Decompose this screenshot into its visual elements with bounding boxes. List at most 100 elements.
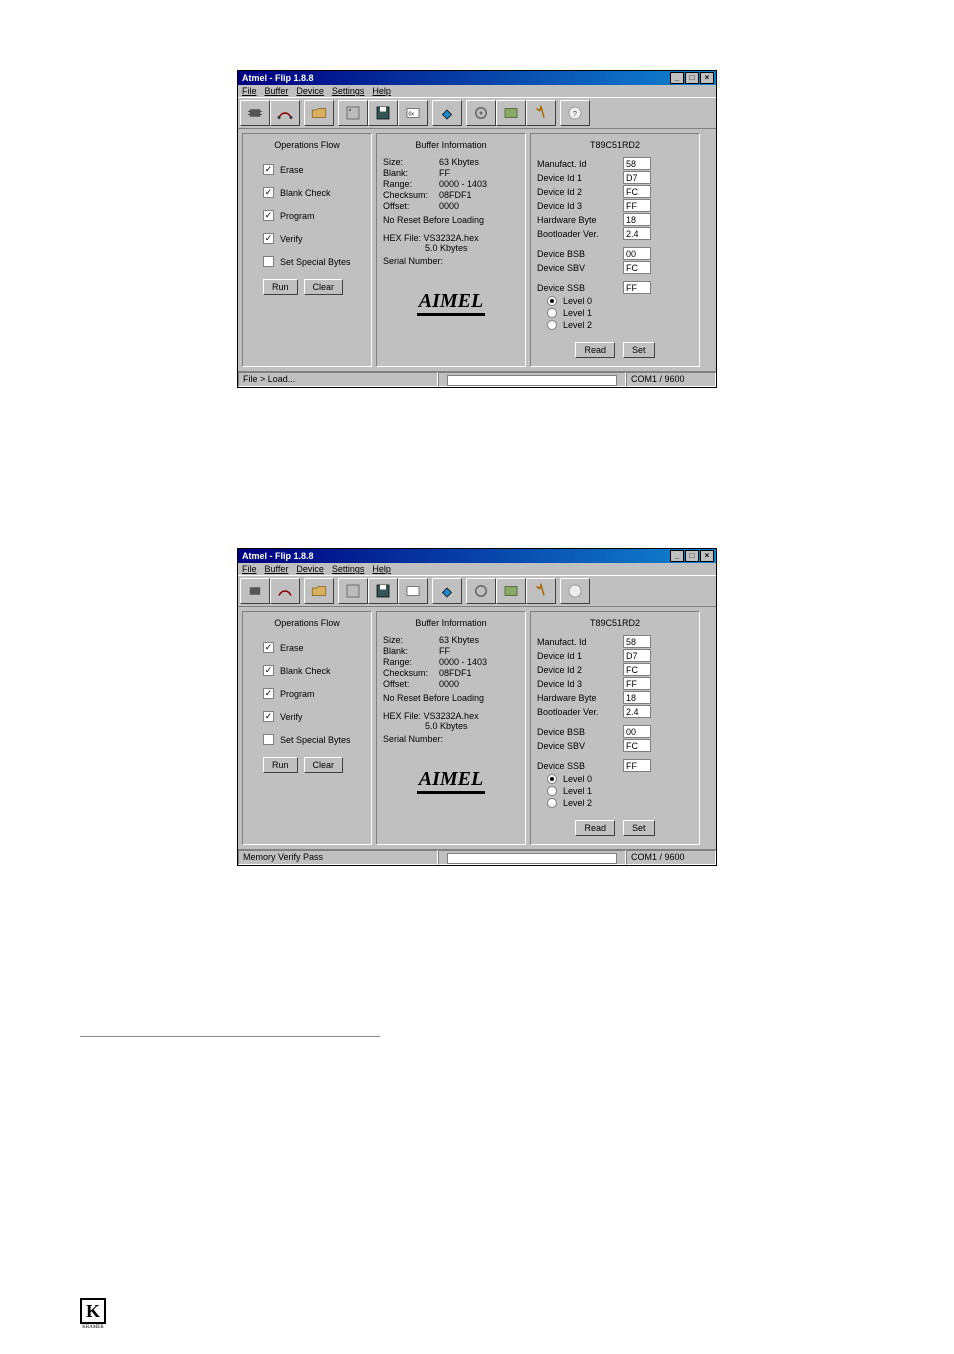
device-bsb-field[interactable]: 00 [623,725,651,738]
toolbar-target-icon[interactable] [466,100,496,126]
device-ssb-field[interactable]: FF [623,759,651,772]
size-value: 63 Kbytes [439,157,479,167]
bootloader-ver-field[interactable]: 2.4 [623,705,651,718]
device-id3-field[interactable]: FF [623,199,651,212]
clear-button[interactable]: Clear [304,279,344,295]
verify-checkbox[interactable] [263,711,274,722]
manufact-id-field[interactable]: 58 [623,157,651,170]
erase-checkbox[interactable] [263,164,274,175]
minimize-button[interactable]: _ [670,550,684,562]
menubar: File Buffer Device Settings Help [238,563,716,575]
toolbar-save-icon[interactable] [368,100,398,126]
toolbar-cable-icon[interactable] [270,100,300,126]
hardware-byte-field[interactable]: 18 [623,213,651,226]
set-button[interactable]: Set [623,342,655,358]
app-window-1: Atmel - Flip 1.8.8 _ □ × File Buffer Dev… [237,70,717,388]
minimize-button[interactable]: _ [670,72,684,84]
toolbar-address-icon[interactable] [398,578,428,604]
hexfile-size: 5.0 Kbytes [425,721,519,731]
toolbar-save-icon[interactable] [368,578,398,604]
serial-number-label: Serial Number: [383,256,519,266]
menu-buffer[interactable]: Buffer [265,86,289,96]
program-checkbox[interactable] [263,688,274,699]
device-bsb-field[interactable]: 00 [623,247,651,260]
toolbar-edit-buffer-icon[interactable] [338,100,368,126]
level2-radio[interactable] [547,320,557,330]
toolbar-board-icon[interactable] [496,578,526,604]
level2-radio[interactable] [547,798,557,808]
menu-settings[interactable]: Settings [332,86,365,96]
status-left: File > Load... [238,372,438,387]
toolbar-edit-buffer-icon[interactable] [338,578,368,604]
level2-label: Level 2 [563,320,592,330]
level1-radio[interactable] [547,786,557,796]
program-checkbox[interactable] [263,210,274,221]
close-button[interactable]: × [700,550,714,562]
device-sbv-field[interactable]: FC [623,739,651,752]
device-id3-label: Device Id 3 [537,679,619,689]
menu-help[interactable]: Help [372,564,391,574]
clear-button[interactable]: Clear [304,757,344,773]
toolbar-fill-icon[interactable] [432,100,462,126]
toolbar [238,575,716,607]
hardware-byte-field[interactable]: 18 [623,691,651,704]
set-special-bytes-checkbox[interactable] [263,256,274,267]
level0-radio[interactable] [547,296,557,306]
maximize-button[interactable]: □ [685,72,699,84]
device-id2-field[interactable]: FC [623,663,651,676]
checksum-key: Checksum: [383,668,439,678]
device-id1-field[interactable]: D7 [623,171,651,184]
blank-check-checkbox[interactable] [263,187,274,198]
program-label: Program [280,689,315,699]
toolbar-open-icon[interactable] [304,100,334,126]
manufact-id-field[interactable]: 58 [623,635,651,648]
toolbar-chip-icon[interactable] [240,100,270,126]
device-id1-field[interactable]: D7 [623,649,651,662]
blank-check-checkbox[interactable] [263,665,274,676]
toolbar-run-icon[interactable] [526,100,556,126]
bootloader-ver-field[interactable]: 2.4 [623,227,651,240]
progress-bar [447,375,617,386]
read-button[interactable]: Read [575,820,615,836]
blank-value: FF [439,168,450,178]
toolbar-target-icon[interactable] [466,578,496,604]
toolbar-chip-icon[interactable] [240,578,270,604]
toolbar-address-icon[interactable]: 0x [398,100,428,126]
menu-device[interactable]: Device [296,564,324,574]
menu-device[interactable]: Device [296,86,324,96]
device-panel: T89C51RD2 Manufact. Id58 Device Id 1D7 D… [530,133,700,367]
device-id3-field[interactable]: FF [623,677,651,690]
menu-file[interactable]: File [242,564,257,574]
toolbar-fill-icon[interactable] [432,578,462,604]
program-label: Program [280,211,315,221]
menu-file[interactable]: File [242,86,257,96]
device-ssb-field[interactable]: FF [623,281,651,294]
erase-checkbox[interactable] [263,642,274,653]
level0-radio[interactable] [547,774,557,784]
toolbar-help-icon[interactable] [560,578,590,604]
run-button[interactable]: Run [263,757,298,773]
ssb-label: Set Special Bytes [280,257,351,267]
app-window-2: Atmel - Flip 1.8.8 _ □ × File Buffer Dev… [237,548,717,866]
level1-radio[interactable] [547,308,557,318]
close-button[interactable]: × [700,72,714,84]
maximize-button[interactable]: □ [685,550,699,562]
toolbar-help-icon[interactable]: ? [560,100,590,126]
device-panel: T89C51RD2 Manufact. Id58 Device Id 1D7 D… [530,611,700,845]
toolbar-cable-icon[interactable] [270,578,300,604]
statusbar: Memory Verify Pass COM1 / 9600 [238,849,716,865]
toolbar-board-icon[interactable] [496,100,526,126]
menu-buffer[interactable]: Buffer [265,564,289,574]
set-special-bytes-checkbox[interactable] [263,734,274,745]
menu-help[interactable]: Help [372,86,391,96]
device-sbv-field[interactable]: FC [623,261,651,274]
toolbar-run-icon[interactable] [526,578,556,604]
read-button[interactable]: Read [575,342,615,358]
run-button[interactable]: Run [263,279,298,295]
verify-checkbox[interactable] [263,233,274,244]
toolbar-open-icon[interactable] [304,578,334,604]
device-id2-field[interactable]: FC [623,185,651,198]
set-button[interactable]: Set [623,820,655,836]
device-sbv-label: Device SBV [537,263,619,273]
menu-settings[interactable]: Settings [332,564,365,574]
